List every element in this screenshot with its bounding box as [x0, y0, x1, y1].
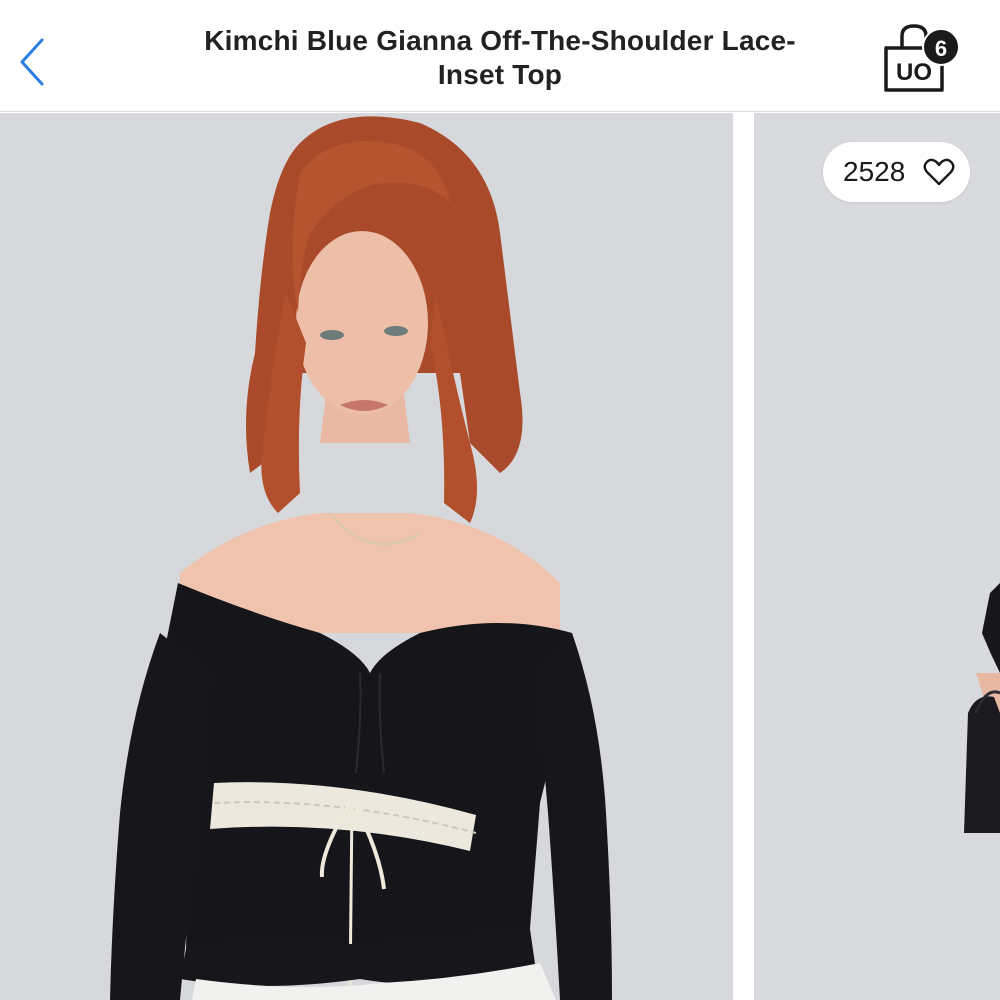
like-count: 2528	[843, 156, 906, 187]
model-photo-next	[754, 113, 1000, 1000]
page-title-line-1: Kimchi Blue Gianna Off-The-Shoulder Lace…	[204, 25, 796, 56]
chevron-left-icon	[20, 38, 44, 86]
product-image-next[interactable]	[754, 113, 1000, 1000]
heart-outline-icon	[923, 158, 955, 186]
model-photo	[0, 113, 733, 1000]
like-button[interactable]: 2528	[823, 142, 970, 202]
product-image-gallery[interactable]	[0, 113, 1000, 1000]
top-nav-bar: Kimchi Blue Gianna Off-The-Shoulder Lace…	[0, 0, 1000, 112]
bag-logo-text: UO	[896, 59, 932, 86]
page-title: Kimchi Blue Gianna Off-The-Shoulder Lace…	[160, 24, 840, 92]
cart-count-badge: 6	[922, 28, 960, 66]
page-title-line-2: Inset Top	[437, 59, 563, 90]
product-page: Kimchi Blue Gianna Off-The-Shoulder Lace…	[0, 0, 1000, 1000]
back-button[interactable]	[14, 34, 54, 90]
product-image-main[interactable]	[0, 113, 733, 1000]
